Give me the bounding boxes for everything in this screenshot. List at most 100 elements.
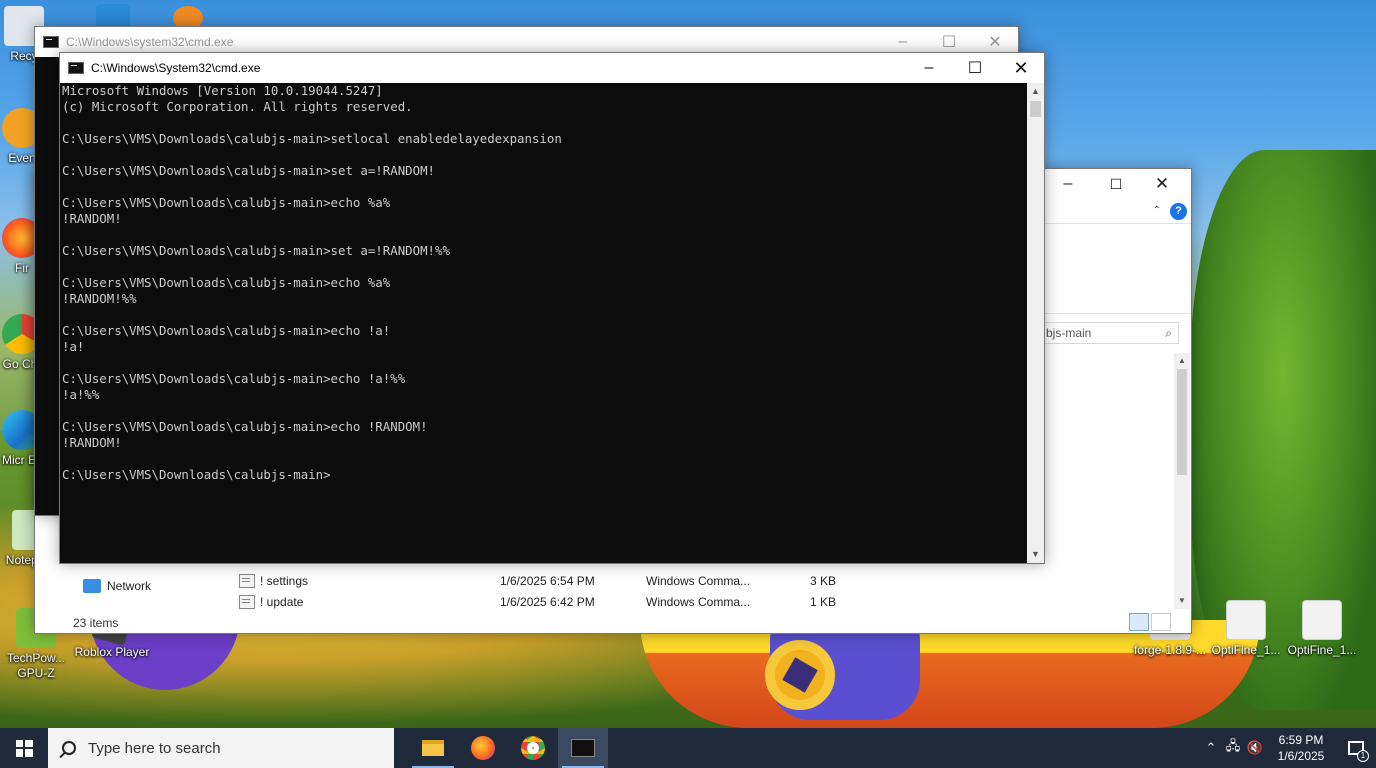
console-line: C:\Users\VMS\Downloads\calubjs-main>echo…	[62, 371, 406, 386]
maximize-icon: ☐	[941, 34, 957, 51]
file-explorer-icon	[422, 740, 444, 756]
desktop-icon-optifine-1[interactable]: OptiFine_1...	[1208, 600, 1284, 658]
clock[interactable]: 6:59 PM 1/6/2025	[1266, 732, 1336, 764]
taskbar: Type here to search ⌃ 🖧 🔇 6:59 PM 1/6/20…	[0, 728, 1376, 768]
taskbar-firefox[interactable]	[458, 728, 508, 768]
ribbon-collapse-icon[interactable]: ⌃	[1153, 205, 1161, 216]
clock-date: 1/6/2025	[1277, 749, 1325, 763]
batch-file-icon	[239, 595, 255, 609]
cmd-window[interactable]: C:\Windows\System32\cmd.exe – ☐ ✕ Micros…	[59, 52, 1045, 564]
window-title: C:\Windows\System32\cmd.exe	[91, 61, 261, 75]
scroll-down-icon[interactable]: ▼	[1027, 546, 1044, 563]
maximize-button[interactable]: ☐	[952, 53, 998, 83]
console-line: (c) Microsoft Corporation. All rights re…	[62, 99, 413, 114]
java-file-icon	[1302, 600, 1342, 640]
file-type: Windows Comma...	[646, 595, 751, 609]
notification-center-button[interactable]: 1	[1336, 728, 1376, 768]
file-date: 1/6/2025 6:42 PM	[500, 595, 595, 609]
close-button[interactable]: ✕	[998, 53, 1044, 83]
scroll-down-icon[interactable]: ▼	[1174, 593, 1190, 609]
console-line: Microsoft Windows [Version 10.0.19044.52…	[62, 83, 383, 98]
terminal-icon	[571, 739, 595, 757]
console-line: !a!	[62, 339, 85, 354]
chrome-icon	[521, 736, 545, 760]
minimize-icon: –	[898, 33, 908, 50]
console-line: !a!%%	[62, 387, 100, 402]
console-line: !RANDOM!%%	[62, 291, 137, 306]
system-tray: ⌃ 🖧 🔇 6:59 PM 1/6/2025 1	[1200, 728, 1376, 768]
nav-network[interactable]: Network	[83, 579, 151, 593]
minimize-icon: –	[1063, 175, 1073, 192]
nav-network-label: Network	[107, 579, 152, 593]
scroll-up-icon[interactable]: ▲	[1027, 83, 1044, 100]
title-bar[interactable]: C:\Windows\System32\cmd.exe – ☐ ✕	[60, 53, 1044, 83]
network-icon	[83, 579, 101, 593]
large-icons-view-icon[interactable]	[1151, 613, 1171, 631]
search-placeholder: Type here to search	[88, 739, 221, 757]
console-line: C:\Users\VMS\Downloads\calubjs-main>set …	[62, 243, 450, 258]
details-view-icon[interactable]	[1129, 613, 1149, 631]
taskbar-file-explorer[interactable]	[408, 728, 458, 768]
console-scrollbar[interactable]: ▲ ▼	[1027, 83, 1044, 563]
clock-time: 6:59 PM	[1278, 733, 1324, 747]
console-output[interactable]: Microsoft Windows [Version 10.0.19044.52…	[60, 83, 1027, 563]
close-button[interactable]: ✕	[1139, 169, 1185, 199]
console-line: C:\Users\VMS\Downloads\calubjs-main>echo…	[62, 275, 391, 290]
explorer-window-controls: – ☐ ✕	[1043, 169, 1191, 199]
console-line: C:\Users\VMS\Downloads\calubjs-main>echo…	[62, 195, 391, 210]
taskbar-search[interactable]: Type here to search	[48, 728, 394, 768]
firefox-icon	[471, 736, 495, 760]
console-line: C:\Users\VMS\Downloads\calubjs-main>echo…	[62, 419, 428, 434]
explorer-scrollbar[interactable]: ▲ ▼	[1174, 353, 1190, 609]
view-toggle[interactable]	[1129, 613, 1171, 631]
java-file-icon	[1226, 600, 1266, 640]
terminal-icon	[68, 62, 84, 74]
taskbar-chrome[interactable]	[508, 728, 558, 768]
close-icon: ✕	[1013, 57, 1029, 78]
minimize-icon: –	[924, 59, 934, 76]
file-size: 1 KB	[810, 595, 837, 609]
file-type: Windows Comma...	[646, 574, 751, 588]
console-line: C:\Users\VMS\Downloads\calubjs-main>echo…	[62, 323, 391, 338]
scroll-thumb[interactable]	[1030, 101, 1041, 117]
scroll-thumb[interactable]	[1177, 369, 1187, 475]
help-icon[interactable]: ?	[1170, 203, 1187, 220]
search-field[interactable]: bjs-main ⌕	[1033, 322, 1179, 344]
console-line: !RANDOM!	[62, 211, 122, 226]
show-hidden-icons-icon[interactable]: ⌃	[1200, 728, 1222, 768]
file-row[interactable]: ! settings 1/6/2025 6:54 PM Windows Comm…	[239, 574, 859, 588]
window-title: C:\Windows\system32\cmd.exe	[66, 35, 234, 49]
minimize-button[interactable]: –	[906, 53, 952, 83]
maximize-icon: ☐	[967, 60, 983, 77]
console-line: C:\Users\VMS\Downloads\calubjs-main>	[62, 467, 331, 482]
search-icon: ⌕	[1165, 325, 1172, 340]
file-date: 1/6/2025 6:54 PM	[500, 574, 595, 588]
scroll-up-icon[interactable]: ▲	[1174, 353, 1190, 369]
console-line: C:\Users\VMS\Downloads\calubjs-main>setl…	[62, 131, 562, 146]
file-row[interactable]: ! update 1/6/2025 6:42 PM Windows Comma.…	[239, 595, 859, 609]
network-icon[interactable]: 🖧	[1222, 728, 1244, 768]
close-icon: ✕	[1154, 174, 1170, 193]
minimize-button[interactable]: –	[1043, 169, 1093, 199]
maximize-button[interactable]: ☐	[1093, 169, 1139, 199]
maximize-icon: ☐	[1109, 175, 1123, 192]
taskbar-command-prompt[interactable]	[558, 728, 608, 768]
search-field-text: bjs-main	[1046, 326, 1092, 340]
start-button[interactable]	[0, 728, 48, 768]
console-line: C:\Users\VMS\Downloads\calubjs-main>set …	[62, 163, 435, 178]
wallpaper-bolt	[765, 640, 835, 710]
batch-file-icon	[239, 574, 255, 588]
desktop-icon-optifine-2[interactable]: OptiFine_1...	[1284, 600, 1360, 658]
notification-count-badge: 1	[1357, 750, 1369, 762]
wallpaper-bolt-center	[782, 657, 818, 693]
windows-logo-icon	[15, 739, 33, 757]
speaker-muted-icon[interactable]: 🔇	[1244, 728, 1266, 768]
search-icon	[62, 741, 76, 755]
file-name: ! update	[260, 595, 304, 609]
terminal-icon	[43, 36, 59, 48]
